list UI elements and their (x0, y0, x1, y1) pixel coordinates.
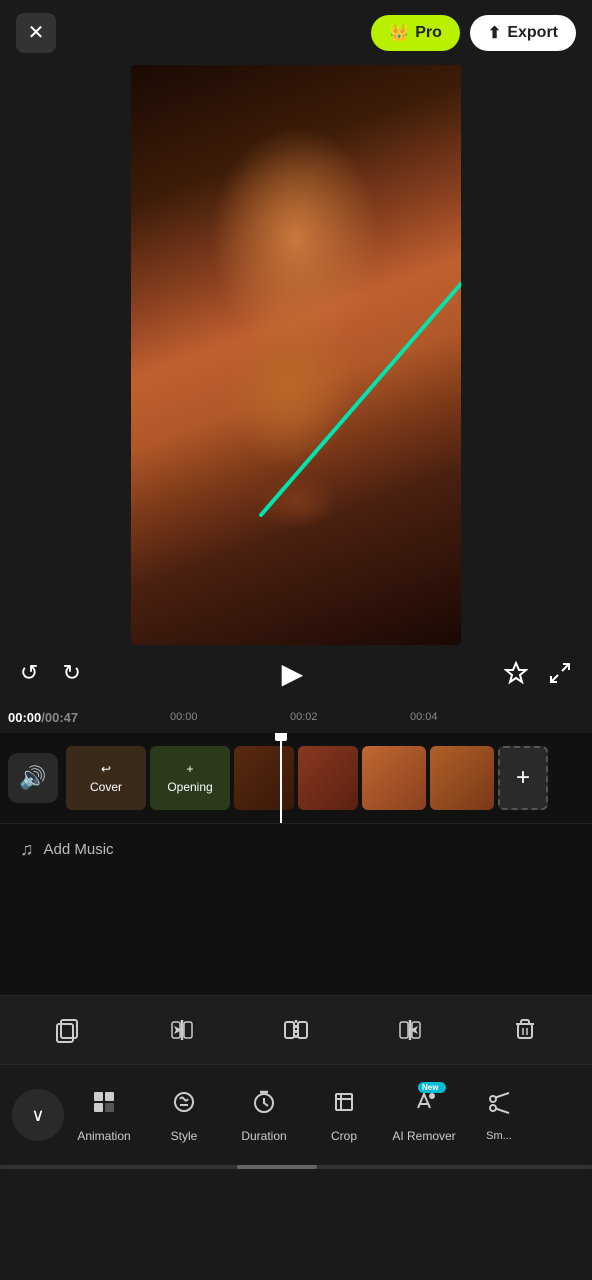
smart-cut-icon (485, 1089, 513, 1124)
scroll-thumb (237, 1165, 317, 1169)
split-tool-button[interactable] (270, 1004, 322, 1056)
style-icon (170, 1088, 198, 1123)
delete-tool-button[interactable] (499, 1004, 551, 1056)
nav-item-crop[interactable]: Crop (304, 1080, 384, 1151)
ai-remover-label: AI Remover (392, 1129, 455, 1143)
timeline-ruler: 00:00/00:47 00:00 00:02 00:04 (0, 701, 592, 733)
nav-item-smart-cut[interactable]: Sm... (464, 1080, 534, 1151)
speaker-icon: 🔊 (19, 765, 46, 791)
crown-icon: 👑 (389, 23, 409, 43)
play-icon: ▶ (282, 657, 304, 690)
split-right-tool-button[interactable] (384, 1004, 436, 1056)
clip-video-3[interactable] (362, 746, 426, 810)
timeline-tracks: 🔊 ↩ Cover + Opening + (0, 733, 592, 823)
crop-icon (330, 1088, 358, 1123)
playback-controls: ↺ ↻ ▶ (0, 645, 592, 701)
time-mark-4: 00:04 (410, 711, 438, 723)
playback-left: ↺ ↻ (20, 660, 81, 686)
clip-cover[interactable]: ↩ Cover (66, 746, 146, 810)
time-total: 00:47 (45, 710, 78, 725)
export-icon: ⬆ (488, 23, 501, 43)
smart-cut-label: Sm... (486, 1130, 512, 1142)
animation-icon (90, 1088, 118, 1123)
duration-icon (250, 1088, 278, 1123)
fullscreen-button[interactable] (548, 661, 572, 685)
pro-label: Pro (415, 24, 442, 42)
opening-label: Opening (167, 780, 212, 794)
cover-icon: ↩ (101, 762, 111, 776)
animation-label: Animation (77, 1129, 130, 1143)
nav-item-style[interactable]: Style (144, 1080, 224, 1151)
timeline-spacer (0, 875, 592, 995)
clip-opening[interactable]: + Opening (150, 746, 230, 810)
opening-icon: + (186, 762, 193, 776)
resize-arrow (131, 65, 461, 645)
video-preview (131, 65, 461, 645)
duration-label: Duration (241, 1129, 286, 1143)
time-mark-2: 00:02 (290, 711, 318, 723)
export-label: Export (507, 24, 558, 42)
time-current: 00:00/00:47 (8, 710, 78, 725)
clip-video-4[interactable] (430, 746, 494, 810)
clip-track: ↩ Cover + Opening + (66, 746, 584, 810)
split-left-tool-button[interactable] (156, 1004, 208, 1056)
add-music-row[interactable]: ♫ Add Music (0, 823, 592, 875)
collapse-button[interactable]: ∨ (12, 1089, 64, 1141)
scroll-indicator (0, 1165, 592, 1169)
cover-label: Cover (90, 780, 122, 794)
bottom-toolbar (0, 995, 592, 1065)
music-note-icon: ♫ (20, 839, 34, 860)
clip-video-2[interactable] (298, 746, 358, 810)
redo-icon: ↻ (62, 660, 80, 686)
export-button[interactable]: ⬆ Export (470, 15, 576, 51)
copy-tool-button[interactable] (41, 1004, 93, 1056)
add-music-label: Add Music (44, 841, 114, 858)
time-mark-0: 00:00 (170, 711, 198, 723)
video-background (131, 65, 461, 645)
undo-button[interactable]: ↺ (20, 660, 38, 686)
undo-icon: ↺ (20, 660, 38, 686)
volume-icon[interactable]: 🔊 (8, 753, 58, 803)
playhead (280, 733, 282, 823)
style-label: Style (171, 1129, 198, 1143)
top-bar: ✕ 👑 Pro ⬆ Export (0, 0, 592, 65)
redo-button[interactable]: ↻ (62, 660, 80, 686)
nav-items: Animation Style Duration (64, 1080, 592, 1151)
time-marks: 00:00 00:02 00:04 (160, 701, 592, 733)
add-icon: + (516, 764, 530, 792)
nav-item-animation[interactable]: Animation (64, 1080, 144, 1151)
pro-button[interactable]: 👑 Pro (371, 15, 460, 51)
bottom-nav: ∨ Animation Styl (0, 1065, 592, 1165)
clip-video-1[interactable] (234, 746, 294, 810)
add-clip-button[interactable]: + (498, 746, 548, 810)
ai-remover-icon: New (410, 1088, 438, 1123)
magic-button[interactable] (504, 661, 528, 685)
crop-label: Crop (331, 1129, 357, 1143)
collapse-icon: ∨ (31, 1105, 44, 1126)
nav-item-duration[interactable]: Duration (224, 1080, 304, 1151)
close-button[interactable]: ✕ (16, 13, 56, 53)
playback-right (504, 661, 572, 685)
nav-item-ai-remover[interactable]: New AI Remover (384, 1080, 464, 1151)
play-button[interactable]: ▶ (270, 651, 314, 695)
